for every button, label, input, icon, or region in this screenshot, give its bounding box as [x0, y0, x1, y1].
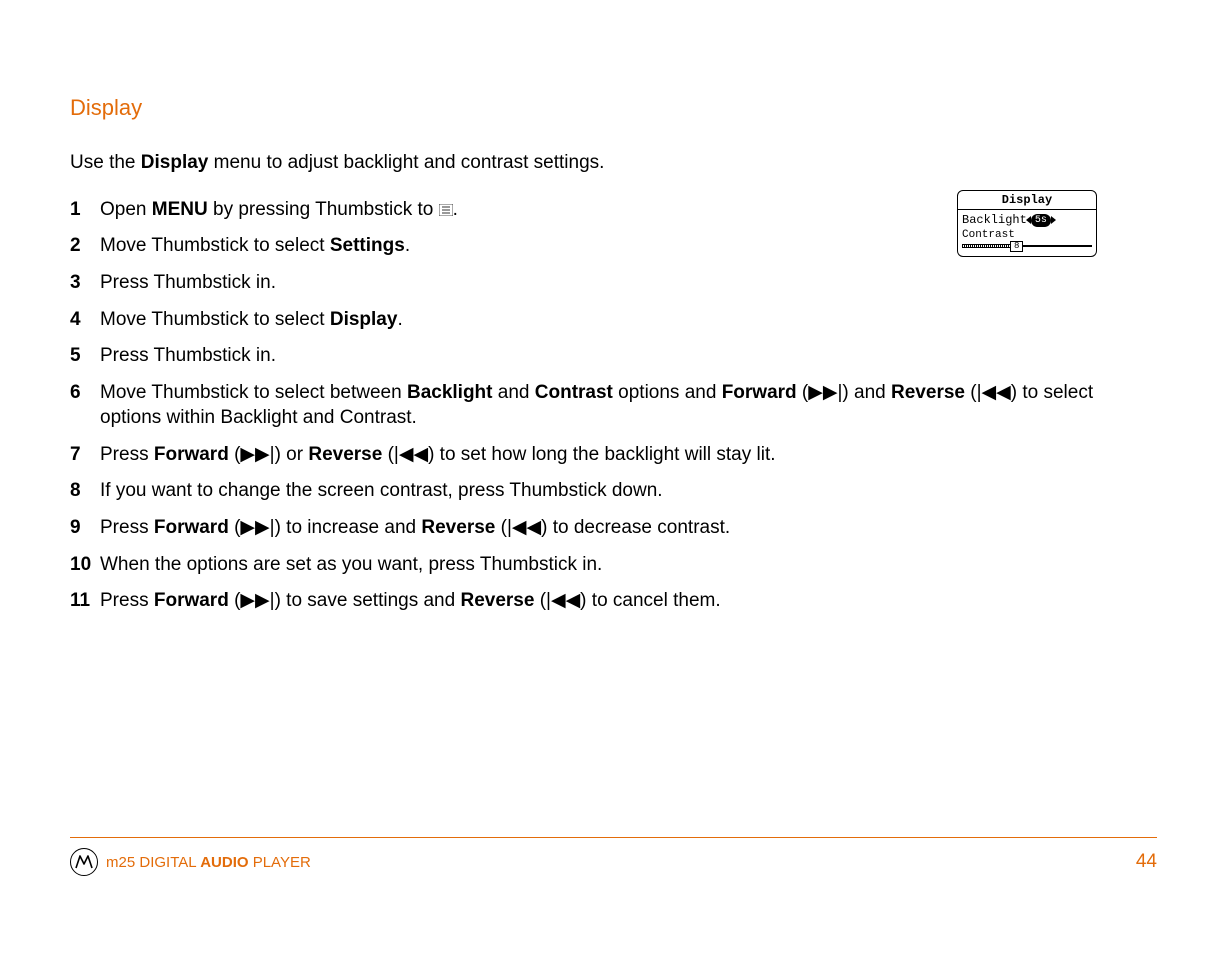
slider-track-right	[1023, 245, 1092, 247]
step-item: 6Move Thumbstick to select between Backl…	[70, 381, 1157, 430]
bold-term: MENU	[152, 199, 208, 220]
step-item: 8If you want to change the screen contra…	[70, 479, 1157, 504]
bold-term: Forward	[722, 382, 797, 403]
step-number: 11	[70, 589, 100, 614]
step-text: Press Forward (▶▶|) to save settings and…	[100, 589, 1157, 614]
brand-audio: AUDIO	[200, 854, 248, 871]
step-item: 10When the options are set as you want, …	[70, 553, 1157, 578]
step-item: 5Press Thumbstick in.	[70, 344, 1157, 369]
step-item: 11Press Forward (▶▶|) to save settings a…	[70, 589, 1157, 614]
footer-row: m25 DIGITAL AUDIO PLAYER 44	[70, 848, 1157, 876]
brand-tail: PLAYER	[249, 854, 311, 871]
step-text: Move Thumbstick to select between Backli…	[100, 381, 1157, 430]
step-text: Open MENU by pressing Thumbstick to .	[100, 198, 900, 223]
step-number: 10	[70, 553, 100, 578]
bold-term: Reverse	[891, 382, 965, 403]
step-number: 3	[70, 271, 100, 296]
device-screen-title: Display	[958, 191, 1096, 210]
brand-text: m25 DIGITAL AUDIO PLAYER	[106, 854, 311, 871]
step-item: 4Move Thumbstick to select Display.	[70, 308, 1157, 333]
step-number: 9	[70, 516, 100, 541]
backlight-value-pill: 5s	[1031, 214, 1051, 227]
bold-term: Reverse	[308, 444, 382, 465]
step-number: 5	[70, 344, 100, 369]
step-number: 1	[70, 198, 100, 223]
bold-term: Reverse	[460, 590, 534, 611]
device-screen-body: Backlight 5s Contrast 8	[958, 210, 1096, 256]
step-number: 6	[70, 381, 100, 406]
intro-bold: Display	[141, 152, 209, 173]
motorola-logo-icon	[70, 848, 98, 876]
step-text: Move Thumbstick to select Settings.	[100, 234, 900, 259]
bold-term: Reverse	[421, 517, 495, 538]
step-text: Press Forward (▶▶|) or Reverse (|◀◀) to …	[100, 443, 1157, 468]
step-text: If you want to change the screen contras…	[100, 479, 1157, 504]
step-number: 7	[70, 443, 100, 468]
backlight-label: Backlight	[962, 213, 1027, 227]
menu-icon	[439, 204, 453, 216]
step-number: 2	[70, 234, 100, 259]
step-text: Move Thumbstick to select Display.	[100, 308, 900, 333]
brand-block: m25 DIGITAL AUDIO PLAYER	[70, 848, 311, 876]
footer-rule	[70, 837, 1157, 838]
brand-mid: DIGITAL	[135, 854, 200, 871]
bold-term: Backlight	[407, 382, 493, 403]
bold-term: Forward	[154, 517, 229, 538]
intro-pre: Use the	[70, 152, 141, 173]
bold-term: Forward	[154, 590, 229, 611]
contrast-label: Contrast	[962, 229, 1092, 241]
bold-term: Contrast	[535, 382, 613, 403]
slider-knob: 8	[1010, 241, 1023, 252]
bold-term: Display	[330, 309, 398, 330]
intro-post: menu to adjust backlight and contrast se…	[208, 152, 604, 173]
step-text: Press Forward (▶▶|) to increase and Reve…	[100, 516, 1157, 541]
bold-term: Forward	[154, 444, 229, 465]
backlight-row: Backlight 5s	[962, 213, 1092, 227]
intro-paragraph: Use the Display menu to adjust backlight…	[70, 151, 1157, 176]
step-text: When the options are set as you want, pr…	[100, 553, 1157, 578]
step-item: 3Press Thumbstick in.	[70, 271, 1157, 296]
contrast-slider: 8	[962, 241, 1092, 251]
steps-list: 1Open MENU by pressing Thumbstick to .2M…	[70, 198, 1157, 614]
step-number: 8	[70, 479, 100, 504]
device-screen-illustration: Display Backlight 5s Contrast 8	[957, 190, 1097, 257]
step-number: 4	[70, 308, 100, 333]
document-page: Display Use the Display menu to adjust b…	[0, 0, 1227, 954]
step-text: Press Thumbstick in.	[100, 271, 900, 296]
step-item: 7Press Forward (▶▶|) or Reverse (|◀◀) to…	[70, 443, 1157, 468]
bold-term: Settings	[330, 235, 405, 256]
page-number: 44	[1136, 851, 1157, 873]
page-footer: m25 DIGITAL AUDIO PLAYER 44	[70, 837, 1157, 876]
step-text: Press Thumbstick in.	[100, 344, 900, 369]
brand-model: m25	[106, 854, 135, 871]
step-item: 9Press Forward (▶▶|) to increase and Rev…	[70, 516, 1157, 541]
slider-track-left	[962, 244, 1010, 248]
section-heading: Display	[70, 95, 1157, 121]
